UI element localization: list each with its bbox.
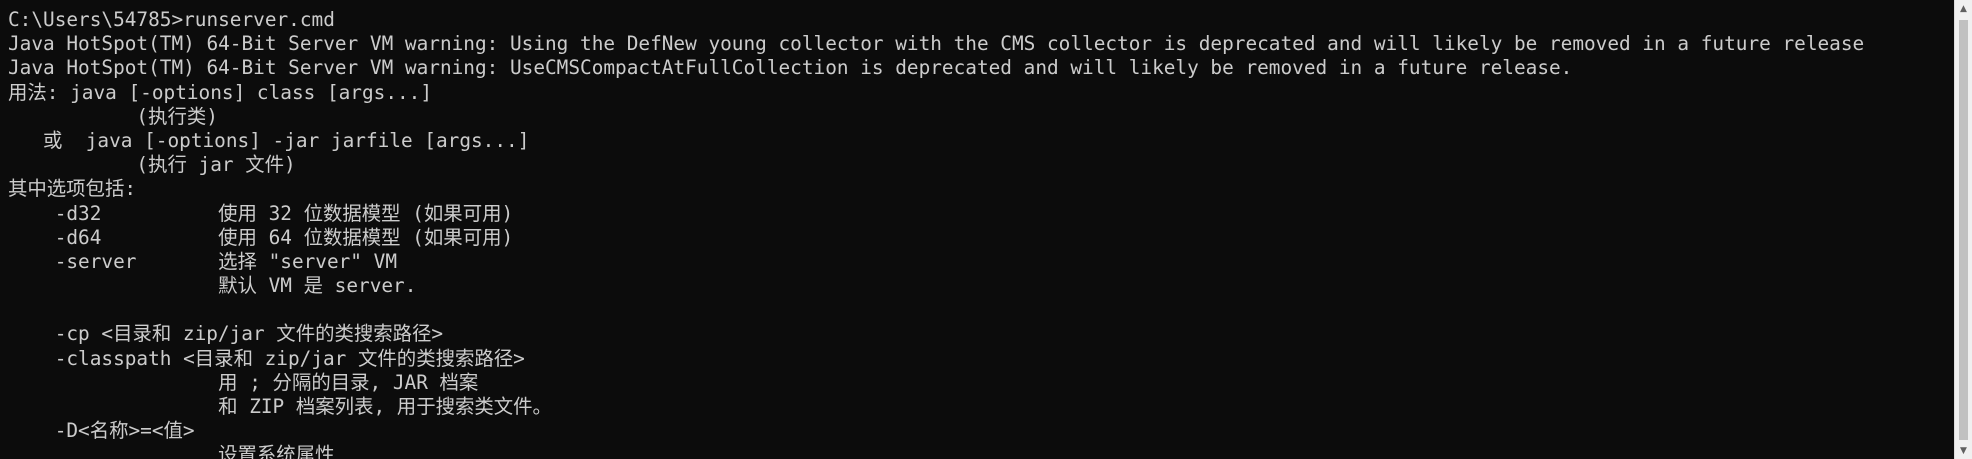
console-line: 和 ZIP 档案列表, 用于搜索类文件。 xyxy=(8,395,552,418)
console-line: C:\Users\54785>runserver.cmd xyxy=(8,8,335,31)
console-line: Java HotSpot(TM) 64-Bit Server VM warnin… xyxy=(8,56,1573,80)
console-line: -classpath <目录和 zip/jar 文件的类搜索路径> xyxy=(8,346,525,370)
console-line: -d64 使用 64 位数据模型 (如果可用) xyxy=(8,225,514,249)
console-output[interactable]: C:\Users\54785>runserver.cmd Java HotSpot… xyxy=(8,8,1944,459)
console-line: -cp <目录和 zip/jar 文件的类搜索路径> xyxy=(8,322,444,346)
console-line: 用法: java [-options] class [args...] xyxy=(8,80,433,104)
console-line: (执行 jar 文件) xyxy=(8,153,296,177)
console-line: Java HotSpot(TM) 64-Bit Server VM warnin… xyxy=(8,32,1865,56)
scroll-up-arrow[interactable]: ▲ xyxy=(1955,0,1972,17)
console-line: 其中选项包括: xyxy=(8,177,137,201)
scrollbar-thumb[interactable] xyxy=(1959,20,1968,440)
console-line: 设置系统属性 xyxy=(8,443,335,459)
console-line: -d32 使用 32 位数据模型 (如果可用) xyxy=(8,201,514,225)
console-line: -server 选择 "server" VM xyxy=(8,249,398,273)
console-window[interactable]: C:\Users\54785>runserver.cmd Java HotSpot… xyxy=(0,0,1972,459)
chevron-down-icon: ▼ xyxy=(1960,445,1967,456)
vertical-scrollbar[interactable]: ▲ ▼ xyxy=(1954,0,1972,459)
console-line: 或 java [-options] -jar jarfile [args...] xyxy=(8,128,530,152)
console-line: 默认 VM 是 server. xyxy=(8,274,417,298)
chevron-up-icon: ▲ xyxy=(1960,3,1967,14)
console-line: 用 ; 分隔的目录, JAR 档案 xyxy=(8,370,479,394)
console-line: -D<名称>=<值> xyxy=(8,419,195,443)
console-line: (执行类) xyxy=(8,104,218,128)
scroll-down-arrow[interactable]: ▼ xyxy=(1955,442,1972,459)
